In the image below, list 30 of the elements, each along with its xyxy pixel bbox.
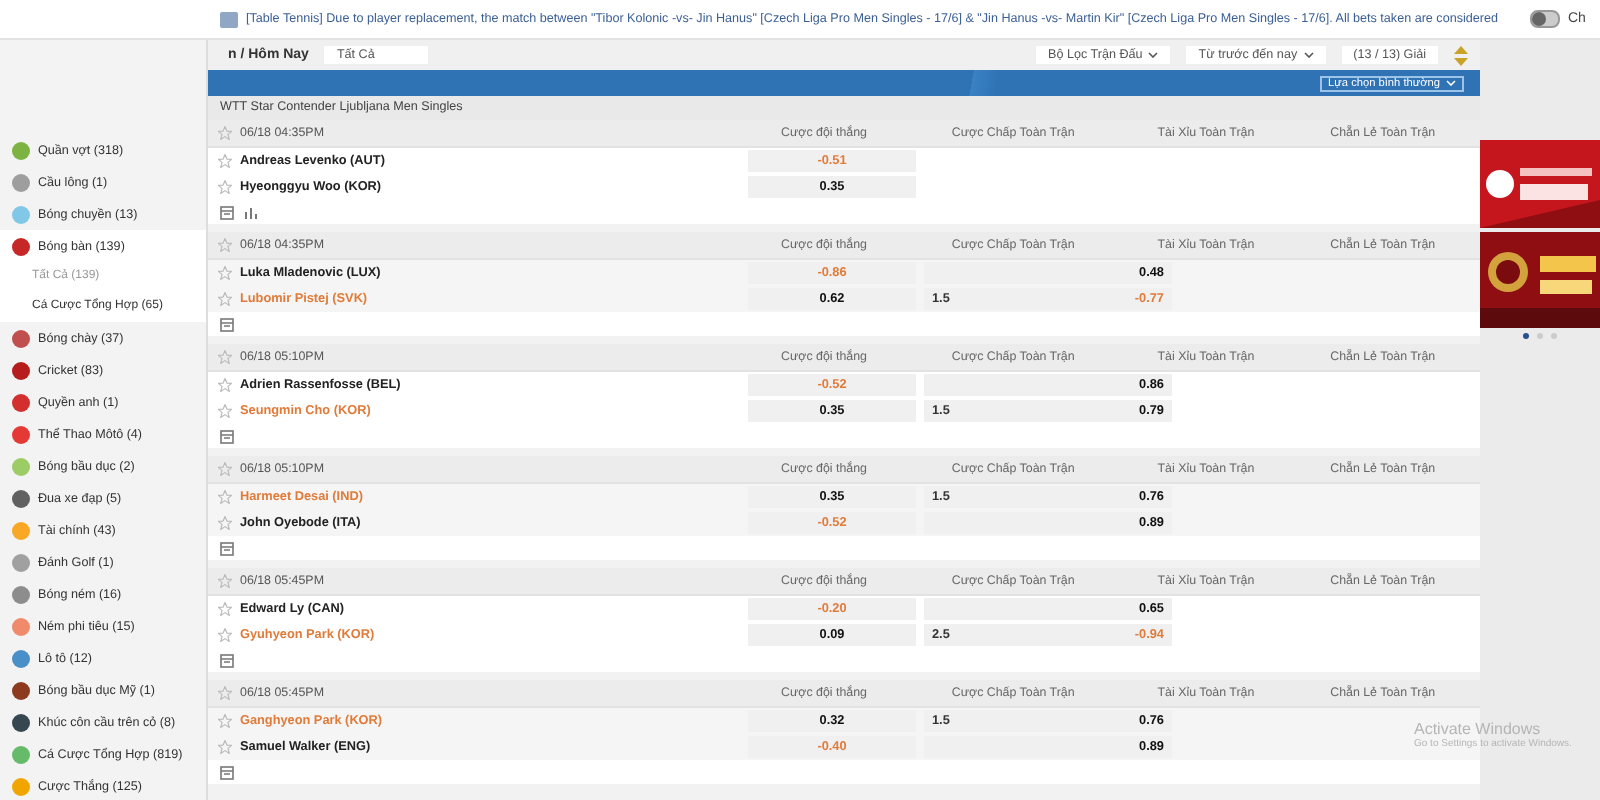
calendar-icon — [220, 653, 234, 667]
star-icon — [218, 574, 232, 588]
star-icon — [218, 404, 232, 418]
star-icon — [218, 126, 232, 140]
star-icon — [218, 628, 232, 642]
star-icon — [218, 462, 232, 476]
star-icon — [218, 740, 232, 754]
star-icon — [218, 154, 232, 168]
star-icon — [218, 238, 232, 252]
star-icon — [218, 714, 232, 728]
calendar-icon — [220, 429, 234, 443]
watermark-title: Activate Windows — [1414, 720, 1543, 738]
star-icon — [218, 378, 232, 392]
calendar-icon — [220, 765, 234, 779]
calendar-icon — [220, 317, 234, 331]
star-icon — [218, 292, 232, 306]
star-icon — [218, 602, 232, 616]
star-icon — [218, 180, 232, 194]
star-icon — [218, 266, 232, 280]
star-icon — [218, 516, 232, 530]
calendar-icon — [220, 205, 234, 219]
caret-icon — [1148, 52, 1159, 58]
star-icon — [218, 686, 232, 700]
caret-icon — [1446, 80, 1456, 86]
calendar-icon — [220, 541, 234, 555]
star-icon — [218, 490, 232, 504]
caret-icon — [1303, 52, 1314, 58]
sort-icon — [1454, 45, 1468, 65]
star-icon — [218, 350, 232, 364]
toggle-switch[interactable] — [1530, 10, 1560, 28]
